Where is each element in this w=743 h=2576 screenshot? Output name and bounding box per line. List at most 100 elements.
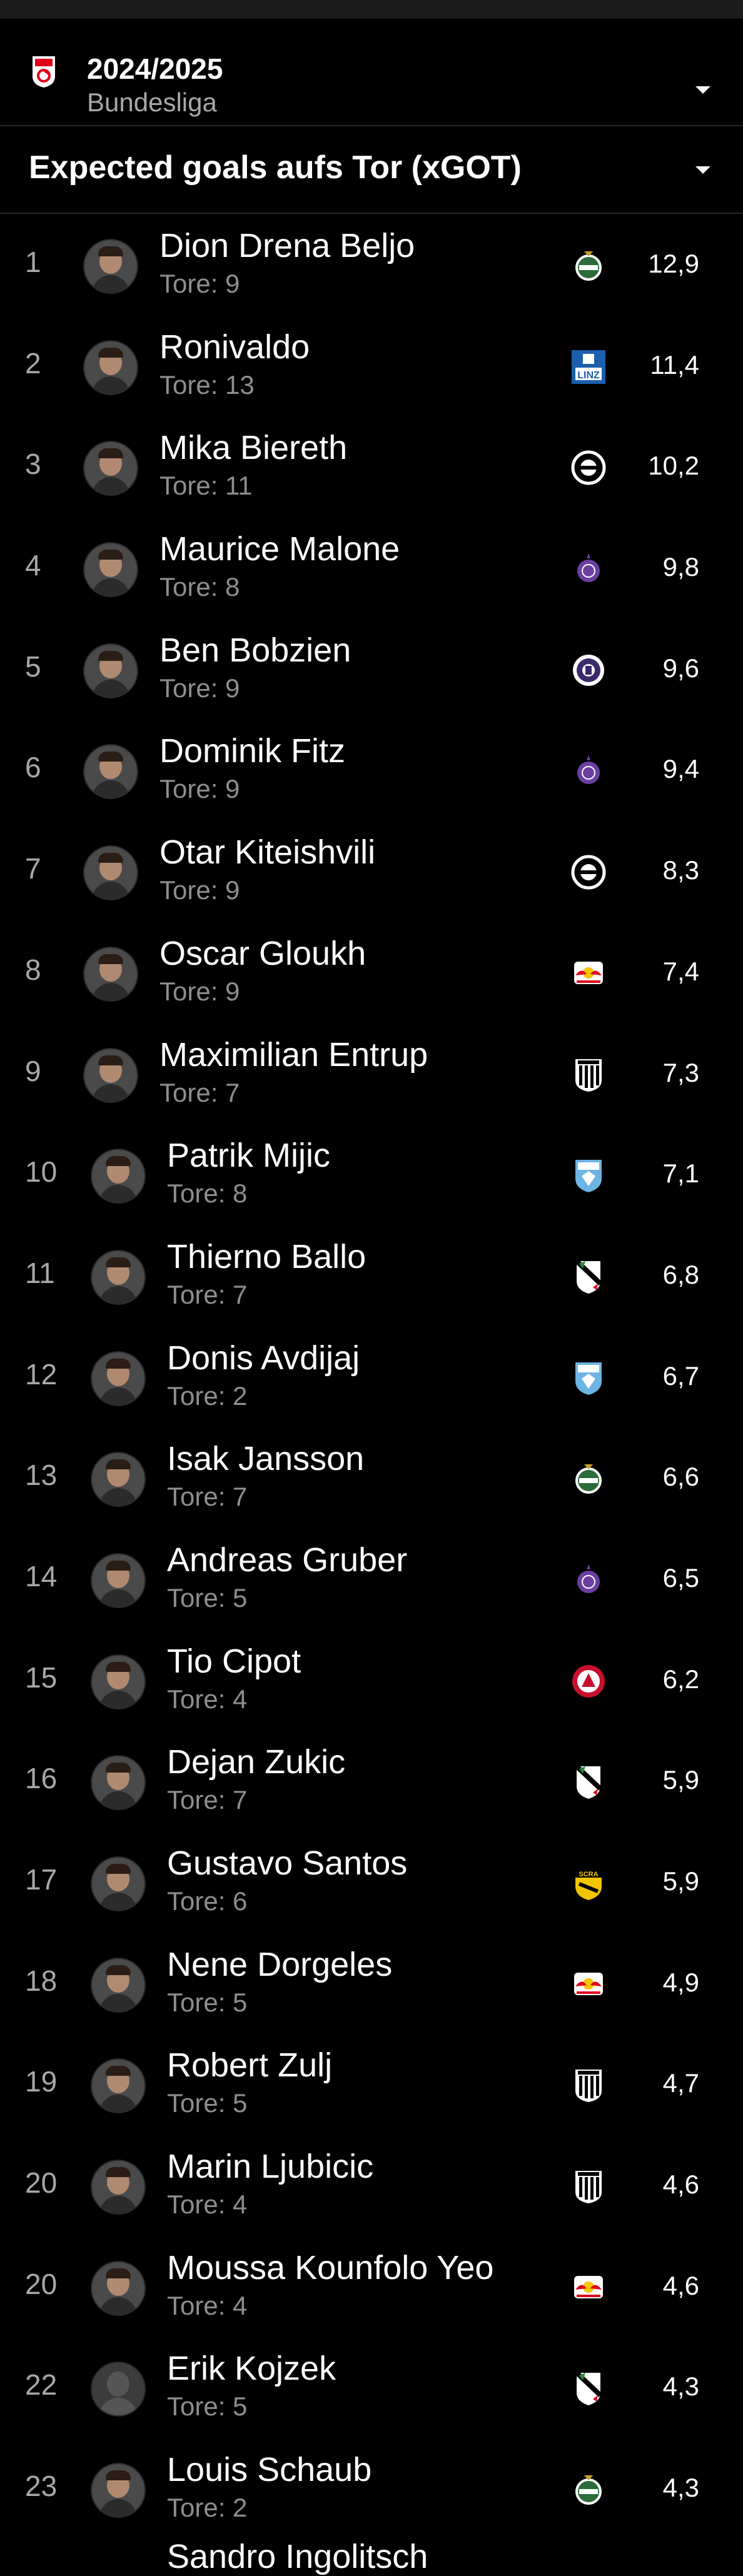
goals-value: 7 — [233, 1279, 248, 1309]
goals-value: 5 — [233, 2392, 248, 2422]
rank-number: 9 — [25, 1054, 41, 1087]
player-goals: Tore: 13 — [159, 370, 255, 400]
xgot-value: 8,3 — [662, 855, 699, 885]
metric-selector[interactable]: Expected goals aufs Tor (xGOT) — [0, 126, 743, 214]
rank-number: 6 — [25, 751, 41, 784]
player-name: Robert Zulj — [167, 2046, 333, 2085]
list-item[interactable]: 4 Maurice Malone Tore: 8 9,8 — [0, 517, 743, 618]
goals-value: 9 — [225, 269, 240, 298]
goals-value: 7 — [233, 1482, 248, 1512]
player-name: Ronivaldo — [159, 328, 310, 366]
goals-value: 11 — [225, 471, 253, 501]
chevron-down-icon[interactable] — [695, 166, 710, 174]
goals-value: 4 — [233, 2190, 248, 2220]
goals-value: 5 — [233, 2088, 248, 2118]
list-item[interactable]: 15 Tio Cipot Tore: 4 6,2 — [0, 1629, 743, 1731]
list-item[interactable]: 2 Ronivaldo Tore: 13 LINZ 11,4 — [0, 315, 743, 416]
goals-value: 9 — [225, 774, 240, 804]
goals-value: 4 — [233, 2290, 248, 2320]
list-item[interactable]: 3 Mika Biereth Tore: 11 10,2 — [0, 416, 743, 517]
season-selector[interactable]: 2024/2025 Bundesliga — [0, 19, 743, 126]
goals-label: Tore: — [167, 1482, 226, 1512]
list-item[interactable]: 10 Patrik Mijic Tore: 8 7,1 — [0, 1124, 743, 1225]
list-item[interactable]: 23 Louis Schaub Tore: 2 4,3 — [0, 2438, 743, 2539]
goals-value: 2 — [233, 2493, 248, 2523]
player-avatar — [83, 643, 138, 698]
list-item[interactable]: 11 Thierno Ballo Tore: 7 6,8 — [0, 1225, 743, 1326]
player-ranking-list: 1 Dion Drena Beljo Tore: 9 12,9 2 Ronival… — [0, 214, 743, 2539]
list-item[interactable]: 20 Moussa Kounfolo Yeo Tore: 4 4,6 — [0, 2236, 743, 2337]
xgot-value: 9,8 — [662, 552, 699, 582]
goals-value: 6 — [233, 1886, 248, 1916]
list-item[interactable]: 16 Dejan Zukic Tore: 7 5,9 — [0, 1730, 743, 1831]
xgot-value: 4,6 — [662, 2170, 699, 2200]
player-goals: Tore: 5 — [167, 1988, 247, 2018]
club-logo-icon: LINZ — [570, 349, 607, 385]
player-goals: Tore: 9 — [159, 977, 240, 1007]
player-avatar — [83, 542, 138, 598]
player-avatar — [91, 1957, 146, 2013]
xgot-value: 4,3 — [662, 2473, 699, 2503]
player-name: Dominik Fitz — [159, 732, 346, 770]
player-avatar — [83, 845, 138, 901]
bundesliga-logo-icon — [33, 56, 55, 88]
goals-label: Tore: — [159, 370, 218, 400]
list-item[interactable]: 20 Marin Ljubicic Tore: 4 4,6 — [0, 2135, 743, 2236]
rank-number: 19 — [25, 2065, 58, 2098]
goals-label: Tore: — [167, 2493, 226, 2523]
player-name: Andreas Gruber — [167, 1541, 408, 1579]
list-item[interactable]: 17 Gustavo Santos Tore: 6 SCRA 5,9 — [0, 1831, 743, 1933]
xgot-value: 5,9 — [662, 1866, 699, 1896]
goals-value: 4 — [233, 1684, 248, 1714]
club-logo-icon — [570, 1663, 607, 1699]
player-goals: Tore: 9 — [159, 673, 240, 703]
rank-number: 18 — [25, 1964, 58, 1997]
list-item[interactable]: 8 Oscar Gloukh Tore: 9 7,4 — [0, 922, 743, 1023]
club-logo-icon — [570, 2067, 607, 2103]
player-avatar — [91, 1552, 146, 1608]
list-item[interactable]: 22 Erik Kojzek Tore: 5 4,3 — [0, 2337, 743, 2438]
list-item[interactable]: 14 Andreas Gruber Tore: 5 6,5 — [0, 1528, 743, 1629]
club-logo-icon — [570, 1764, 607, 1800]
list-item[interactable]: 13 Isak Jansson Tore: 7 6,6 — [0, 1427, 743, 1528]
goals-label: Tore: — [159, 774, 218, 804]
list-item[interactable]: 9 Maximilian Entrup Tore: 7 7,3 — [0, 1023, 743, 1124]
club-logo-icon — [570, 2270, 607, 2306]
xgot-value: 6,7 — [662, 1361, 699, 1391]
list-item[interactable]: 5 Ben Bobzien Tore: 9 9,6 — [0, 618, 743, 720]
player-goals: Tore: 5 — [167, 1583, 247, 1613]
goals-label: Tore: — [159, 976, 218, 1006]
goals-value: 2 — [233, 1381, 248, 1411]
club-logo-icon: SCRA — [570, 1865, 607, 1901]
player-name: Nene Dorgeles — [167, 1945, 393, 1983]
club-logo-icon — [570, 2168, 607, 2205]
season-year: 2024/2025 — [87, 53, 223, 85]
list-item[interactable]: 18 Nene Dorgeles Tore: 5 4,9 — [0, 1933, 743, 2034]
player-goals: Tore: 9 — [159, 774, 240, 804]
player-goals: Tore: 7 — [167, 1785, 247, 1815]
player-goals: Tore: 7 — [167, 1482, 247, 1512]
list-item[interactable]: 19 Robert Zulj Tore: 5 4,7 — [0, 2033, 743, 2135]
xgot-value: 4,3 — [662, 2372, 699, 2402]
player-name-partial: Sandro Ingolitsch — [167, 2538, 428, 2575]
player-name: Dion Drena Beljo — [159, 227, 415, 264]
xgot-value: 7,4 — [662, 956, 699, 986]
club-logo-icon — [570, 955, 607, 992]
player-avatar — [83, 1047, 138, 1103]
goals-label: Tore: — [159, 572, 218, 602]
goals-value: 9 — [225, 673, 240, 703]
player-name: Maurice Malone — [159, 530, 400, 568]
chevron-down-icon[interactable] — [695, 86, 710, 94]
svg-text:LINZ: LINZ — [577, 370, 600, 381]
club-logo-icon — [570, 1057, 607, 1093]
list-item[interactable]: 12 Donis Avdijaj Tore: 2 6,7 — [0, 1326, 743, 1427]
player-name: Marin Ljubicic — [167, 2148, 374, 2186]
player-goals: Tore: 2 — [167, 1381, 247, 1411]
player-name: Patrik Mijic — [167, 1137, 331, 1175]
xgot-value: 10,2 — [648, 451, 699, 481]
list-item[interactable]: 7 Otar Kiteishvili Tore: 9 8,3 — [0, 820, 743, 922]
player-avatar — [91, 1249, 146, 1305]
player-avatar — [91, 2058, 146, 2114]
list-item[interactable]: 1 Dion Drena Beljo Tore: 9 12,9 — [0, 214, 743, 315]
list-item[interactable]: 6 Dominik Fitz Tore: 9 9,4 — [0, 719, 743, 820]
